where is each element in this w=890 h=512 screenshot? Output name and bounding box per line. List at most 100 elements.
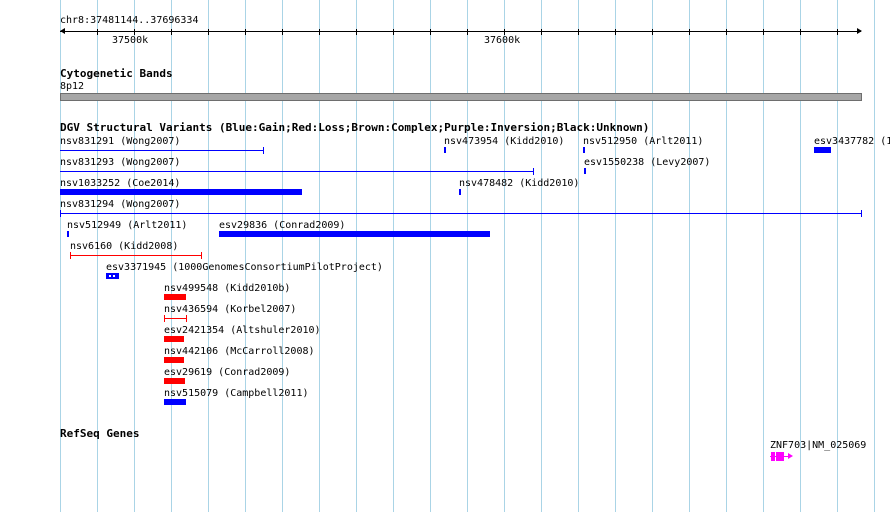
variant-label[interactable]: nsv499548 (Kidd2010b) (164, 283, 290, 294)
variant-label[interactable]: esv1550238 (Levy2007) (584, 157, 710, 168)
variant-feature[interactable] (583, 147, 585, 153)
ruler-tick (689, 29, 690, 35)
ruler-tick (837, 29, 838, 35)
cytoband-bar[interactable] (60, 93, 862, 101)
ruler-left-arrow-icon (60, 28, 65, 34)
variant-end-cap (60, 210, 61, 217)
variant-feature[interactable] (70, 255, 202, 256)
grid-line (319, 0, 320, 512)
ruler-tick (578, 29, 579, 35)
track-title-refseq[interactable]: RefSeq Genes (60, 428, 139, 440)
grid-line (504, 0, 505, 512)
grid-line (578, 0, 579, 512)
cytoband-label: 8p12 (60, 81, 85, 92)
ruler-tick (800, 29, 801, 35)
grid-line (763, 0, 764, 512)
grid-line (393, 0, 394, 512)
variant-end-cap (533, 168, 534, 175)
variant-feature[interactable] (814, 147, 831, 153)
variant-label[interactable]: nsv442106 (McCarroll2008) (164, 346, 315, 357)
gene-label[interactable]: ZNF703|NM_025069 (770, 440, 866, 451)
variant-label[interactable]: esv29619 (Conrad2009) (164, 367, 290, 378)
ruler-tick (393, 29, 394, 35)
ruler-tick (171, 29, 172, 35)
variant-gap (113, 275, 115, 277)
ruler-tick (726, 29, 727, 35)
grid-line (245, 0, 246, 512)
grid-line (874, 0, 875, 512)
variant-label[interactable]: nsv831291 (Wong2007) (60, 136, 180, 147)
variant-gap (109, 275, 111, 277)
variant-label[interactable]: esv29836 (Conrad2009) (219, 220, 345, 231)
variant-feature[interactable] (67, 231, 69, 237)
variant-label[interactable]: nsv831294 (Wong2007) (60, 199, 180, 210)
grid-line (689, 0, 690, 512)
variant-label[interactable]: nsv515079 (Campbell2011) (164, 388, 309, 399)
variant-end-cap (186, 315, 187, 322)
variant-label[interactable]: nsv478482 (Kidd2010) (459, 178, 579, 189)
variant-feature[interactable] (444, 147, 446, 153)
ruler-right-arrow-icon (857, 28, 862, 34)
variant-feature[interactable] (60, 171, 534, 172)
variant-label[interactable]: nsv1033252 (Coe2014) (60, 178, 180, 189)
grid-line (726, 0, 727, 512)
variant-feature[interactable] (60, 189, 302, 195)
grid-line (541, 0, 542, 512)
variant-feature[interactable] (164, 336, 184, 342)
ruler-tick (319, 29, 320, 35)
genome-browser-panel: chr8:37481144..37696334 37500k 37600k Cy… (0, 0, 890, 512)
ruler-tick (245, 29, 246, 35)
ruler-tick-label: 37600k (484, 35, 521, 46)
variant-end-cap (263, 147, 264, 154)
variant-end-cap (70, 252, 71, 259)
variant-feature[interactable] (164, 357, 184, 363)
variant-end-cap (201, 252, 202, 259)
gene-exon[interactable] (771, 452, 775, 461)
variant-label[interactable]: esv2421354 (Altshuler2010) (164, 325, 321, 336)
variant-feature[interactable] (60, 213, 862, 214)
variant-label[interactable]: nsv6160 (Kidd2008) (70, 241, 178, 252)
variant-feature[interactable] (459, 189, 461, 195)
ruler-tick (615, 29, 616, 35)
variant-feature[interactable] (584, 168, 586, 174)
ruler-tick (282, 29, 283, 35)
ruler-tick (97, 29, 98, 35)
ruler-tick (652, 29, 653, 35)
grid-line (467, 0, 468, 512)
variant-end-cap (861, 210, 862, 217)
variant-end-cap (164, 315, 165, 322)
variant-label[interactable]: esv3437782 (1 (814, 136, 890, 147)
variant-label[interactable]: nsv831293 (Wong2007) (60, 157, 180, 168)
ruler-tick (208, 29, 209, 35)
ruler-tick-label: 37500k (112, 35, 149, 46)
grid-line (800, 0, 801, 512)
variant-feature[interactable] (219, 231, 490, 237)
variant-feature[interactable] (164, 378, 185, 384)
grid-line (282, 0, 283, 512)
variant-feature[interactable] (60, 150, 264, 151)
grid-line (208, 0, 209, 512)
variant-feature[interactable] (164, 399, 186, 405)
ruler-tick (430, 29, 431, 35)
variant-label[interactable]: nsv512950 (Arlt2011) (583, 136, 703, 147)
variant-label[interactable]: nsv512949 (Arlt2011) (67, 220, 187, 231)
ruler-tick (541, 29, 542, 35)
grid-line (652, 0, 653, 512)
variant-label[interactable]: esv3371945 (1000GenomesConsortiumPilotPr… (106, 262, 383, 273)
track-title-dgv[interactable]: DGV Structural Variants (Blue:Gain;Red:L… (60, 122, 649, 134)
ruler-coordinates: chr8:37481144..37696334 (60, 15, 199, 26)
gene-exon[interactable] (776, 452, 784, 461)
grid-line (837, 0, 838, 512)
ruler-tick (467, 29, 468, 35)
variant-feature[interactable] (164, 318, 187, 319)
variant-feature[interactable] (164, 294, 186, 300)
ruler-tick (763, 29, 764, 35)
ruler-tick (356, 29, 357, 35)
variant-label[interactable]: nsv436594 (Korbel2007) (164, 304, 296, 315)
grid-line (615, 0, 616, 512)
variant-label[interactable]: nsv473954 (Kidd2010) (444, 136, 564, 147)
ruler-axis (60, 31, 861, 32)
gene-strand-arrow-icon (788, 453, 793, 459)
grid-line (356, 0, 357, 512)
track-title-cytobands[interactable]: Cytogenetic Bands (60, 68, 173, 80)
